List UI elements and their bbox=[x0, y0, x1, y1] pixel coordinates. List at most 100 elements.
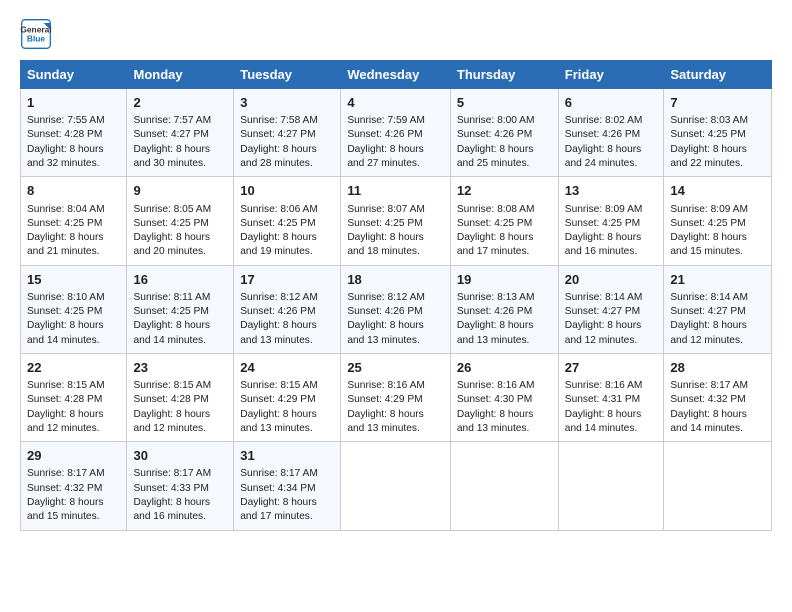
calendar-cell: 25Sunrise: 8:16 AMSunset: 4:29 PMDayligh… bbox=[341, 353, 451, 441]
cell-text-line: Sunrise: 8:17 AM bbox=[133, 467, 227, 481]
cell-text-line: Sunset: 4:25 PM bbox=[670, 128, 765, 142]
cell-text-line: Sunrise: 8:14 AM bbox=[670, 291, 765, 305]
cell-text-line: Sunrise: 8:03 AM bbox=[670, 114, 765, 128]
cell-text-line: and 17 minutes. bbox=[240, 510, 334, 524]
cell-text-line: and 14 minutes. bbox=[565, 422, 658, 436]
cell-text-line: Sunrise: 8:14 AM bbox=[565, 291, 658, 305]
calendar-cell: 1Sunrise: 7:55 AMSunset: 4:28 PMDaylight… bbox=[21, 89, 127, 177]
day-number: 16 bbox=[133, 271, 227, 289]
calendar-cell: 26Sunrise: 8:16 AMSunset: 4:30 PMDayligh… bbox=[450, 353, 558, 441]
cell-text-line: and 32 minutes. bbox=[27, 157, 120, 171]
cell-text-line: Daylight: 8 hours bbox=[240, 143, 334, 157]
cell-text-line: Daylight: 8 hours bbox=[27, 319, 120, 333]
cell-text-line: Daylight: 8 hours bbox=[240, 408, 334, 422]
cell-text-line: Sunrise: 7:58 AM bbox=[240, 114, 334, 128]
cell-text-line: Sunrise: 8:02 AM bbox=[565, 114, 658, 128]
cell-text-line: and 14 minutes. bbox=[133, 334, 227, 348]
day-number: 3 bbox=[240, 94, 334, 112]
cell-text-line: Sunrise: 8:13 AM bbox=[457, 291, 552, 305]
calendar-cell: 14Sunrise: 8:09 AMSunset: 4:25 PMDayligh… bbox=[664, 177, 772, 265]
day-number: 2 bbox=[133, 94, 227, 112]
cell-text-line: Sunset: 4:28 PM bbox=[133, 393, 227, 407]
day-number: 23 bbox=[133, 359, 227, 377]
cell-text-line: and 12 minutes. bbox=[565, 334, 658, 348]
day-number: 1 bbox=[27, 94, 120, 112]
cell-text-line: Sunrise: 7:57 AM bbox=[133, 114, 227, 128]
calendar-header-day: Tuesday bbox=[234, 61, 341, 89]
day-number: 12 bbox=[457, 182, 552, 200]
cell-text-line: Sunrise: 8:15 AM bbox=[133, 379, 227, 393]
cell-text-line: Daylight: 8 hours bbox=[565, 408, 658, 422]
page: General Blue SundayMondayTuesdayWednesda… bbox=[0, 0, 792, 612]
cell-text-line: Sunrise: 8:15 AM bbox=[27, 379, 120, 393]
cell-text-line: and 19 minutes. bbox=[240, 245, 334, 259]
calendar-week-row: 22Sunrise: 8:15 AMSunset: 4:28 PMDayligh… bbox=[21, 353, 772, 441]
cell-text-line: Sunset: 4:25 PM bbox=[133, 217, 227, 231]
cell-text-line: and 13 minutes. bbox=[347, 422, 444, 436]
cell-text-line: Sunset: 4:25 PM bbox=[27, 217, 120, 231]
calendar-cell: 6Sunrise: 8:02 AMSunset: 4:26 PMDaylight… bbox=[558, 89, 664, 177]
cell-text-line: Daylight: 8 hours bbox=[347, 231, 444, 245]
cell-text-line: Sunset: 4:25 PM bbox=[240, 217, 334, 231]
header: General Blue bbox=[20, 18, 772, 50]
calendar-cell bbox=[341, 442, 451, 530]
cell-text-line: Sunset: 4:25 PM bbox=[457, 217, 552, 231]
cell-text-line: Sunset: 4:25 PM bbox=[670, 217, 765, 231]
cell-text-line: Daylight: 8 hours bbox=[457, 231, 552, 245]
cell-text-line: Sunset: 4:34 PM bbox=[240, 482, 334, 496]
cell-text-line: and 15 minutes. bbox=[670, 245, 765, 259]
calendar-cell: 19Sunrise: 8:13 AMSunset: 4:26 PMDayligh… bbox=[450, 265, 558, 353]
calendar-cell: 8Sunrise: 8:04 AMSunset: 4:25 PMDaylight… bbox=[21, 177, 127, 265]
calendar-week-row: 15Sunrise: 8:10 AMSunset: 4:25 PMDayligh… bbox=[21, 265, 772, 353]
calendar-header-day: Thursday bbox=[450, 61, 558, 89]
calendar-cell: 31Sunrise: 8:17 AMSunset: 4:34 PMDayligh… bbox=[234, 442, 341, 530]
cell-text-line: Sunset: 4:29 PM bbox=[347, 393, 444, 407]
logo-icon: General Blue bbox=[20, 18, 52, 50]
calendar-cell: 30Sunrise: 8:17 AMSunset: 4:33 PMDayligh… bbox=[127, 442, 234, 530]
day-number: 31 bbox=[240, 447, 334, 465]
cell-text-line: and 25 minutes. bbox=[457, 157, 552, 171]
cell-text-line: Daylight: 8 hours bbox=[457, 408, 552, 422]
cell-text-line: Sunset: 4:27 PM bbox=[670, 305, 765, 319]
cell-text-line: and 14 minutes. bbox=[670, 422, 765, 436]
cell-text-line: and 13 minutes. bbox=[457, 334, 552, 348]
cell-text-line: and 24 minutes. bbox=[565, 157, 658, 171]
cell-text-line: Sunset: 4:26 PM bbox=[347, 128, 444, 142]
cell-text-line: Daylight: 8 hours bbox=[565, 231, 658, 245]
calendar-cell: 11Sunrise: 8:07 AMSunset: 4:25 PMDayligh… bbox=[341, 177, 451, 265]
cell-text-line: and 13 minutes. bbox=[347, 334, 444, 348]
cell-text-line: Sunrise: 8:17 AM bbox=[670, 379, 765, 393]
cell-text-line: Daylight: 8 hours bbox=[347, 319, 444, 333]
day-number: 24 bbox=[240, 359, 334, 377]
cell-text-line: Sunset: 4:29 PM bbox=[240, 393, 334, 407]
calendar-cell: 13Sunrise: 8:09 AMSunset: 4:25 PMDayligh… bbox=[558, 177, 664, 265]
cell-text-line: and 20 minutes. bbox=[133, 245, 227, 259]
cell-text-line: and 16 minutes. bbox=[565, 245, 658, 259]
cell-text-line: Sunrise: 8:12 AM bbox=[240, 291, 334, 305]
calendar-cell: 18Sunrise: 8:12 AMSunset: 4:26 PMDayligh… bbox=[341, 265, 451, 353]
day-number: 19 bbox=[457, 271, 552, 289]
calendar-cell: 29Sunrise: 8:17 AMSunset: 4:32 PMDayligh… bbox=[21, 442, 127, 530]
cell-text-line: Daylight: 8 hours bbox=[133, 231, 227, 245]
cell-text-line: Daylight: 8 hours bbox=[240, 319, 334, 333]
cell-text-line: and 12 minutes. bbox=[27, 422, 120, 436]
cell-text-line: Sunrise: 8:06 AM bbox=[240, 203, 334, 217]
cell-text-line: Sunset: 4:31 PM bbox=[565, 393, 658, 407]
day-number: 7 bbox=[670, 94, 765, 112]
cell-text-line: Sunrise: 7:55 AM bbox=[27, 114, 120, 128]
calendar-cell: 7Sunrise: 8:03 AMSunset: 4:25 PMDaylight… bbox=[664, 89, 772, 177]
cell-text-line: and 13 minutes. bbox=[457, 422, 552, 436]
cell-text-line: Daylight: 8 hours bbox=[670, 319, 765, 333]
cell-text-line: Daylight: 8 hours bbox=[457, 319, 552, 333]
cell-text-line: Sunset: 4:26 PM bbox=[347, 305, 444, 319]
cell-text-line: Daylight: 8 hours bbox=[27, 408, 120, 422]
day-number: 25 bbox=[347, 359, 444, 377]
cell-text-line: and 30 minutes. bbox=[133, 157, 227, 171]
day-number: 26 bbox=[457, 359, 552, 377]
cell-text-line: Daylight: 8 hours bbox=[133, 143, 227, 157]
calendar-cell bbox=[558, 442, 664, 530]
calendar-week-row: 29Sunrise: 8:17 AMSunset: 4:32 PMDayligh… bbox=[21, 442, 772, 530]
cell-text-line: and 18 minutes. bbox=[347, 245, 444, 259]
cell-text-line: and 28 minutes. bbox=[240, 157, 334, 171]
cell-text-line: Sunrise: 8:17 AM bbox=[240, 467, 334, 481]
